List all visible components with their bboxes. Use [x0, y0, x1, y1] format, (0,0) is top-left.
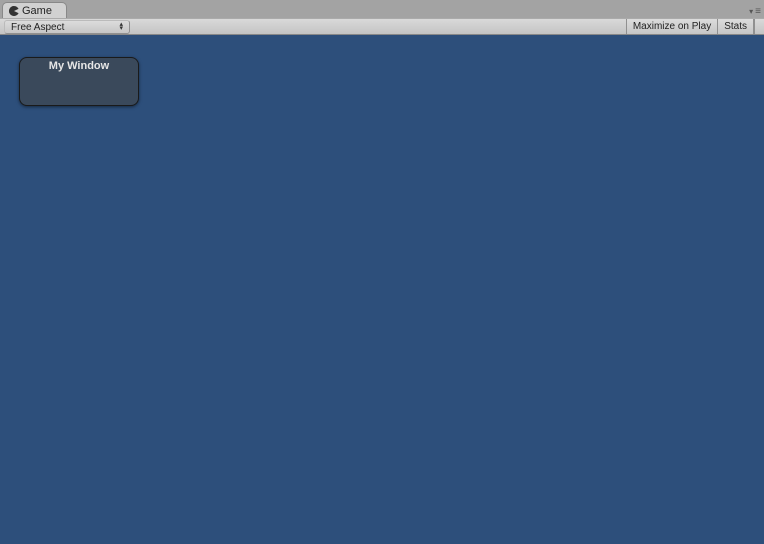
tab-options-button[interactable]: ▾ ≡	[749, 6, 760, 18]
game-toolbar: Free Aspect ▴▾ Maximize on Play Stats	[0, 18, 764, 35]
dropdown-icon: ▾	[749, 7, 753, 16]
gui-window-title: My Window	[20, 58, 138, 72]
updown-arrows-icon: ▴▾	[119, 23, 123, 31]
stats-label: Stats	[724, 21, 747, 32]
gui-window[interactable]: My Window	[19, 57, 139, 106]
maximize-label: Maximize on Play	[633, 21, 711, 32]
tab-bar: Game ▾ ≡	[0, 0, 764, 18]
tab-game[interactable]: Game	[2, 2, 67, 18]
tab-label: Game	[22, 5, 52, 17]
maximize-on-play-toggle[interactable]: Maximize on Play	[626, 19, 717, 34]
aspect-ratio-label: Free Aspect	[11, 22, 64, 33]
aspect-ratio-dropdown[interactable]: Free Aspect ▴▾	[4, 20, 130, 34]
game-viewport: My Window	[0, 35, 764, 544]
stats-toggle[interactable]: Stats	[717, 19, 754, 34]
menu-lines-icon: ≡	[755, 6, 760, 17]
pacman-icon	[9, 6, 19, 16]
toolbar-end-spacer	[754, 19, 764, 34]
